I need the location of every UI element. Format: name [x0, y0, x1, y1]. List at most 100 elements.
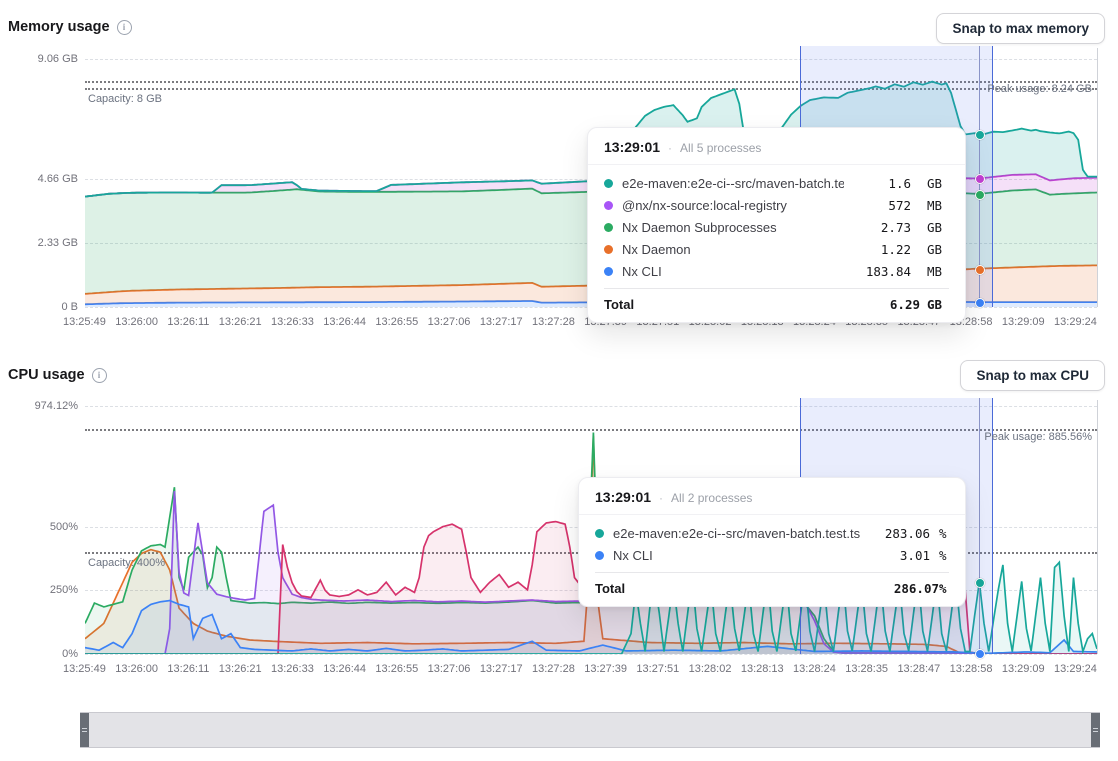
tooltip-rows: e2e-maven:e2e-ci--src/maven-batch.test.t…: [579, 515, 965, 572]
process-unit: GB: [927, 242, 949, 257]
tooltip-rows: e2e-maven:e2e-ci--src/maven-batch.test.t…: [588, 165, 965, 288]
x-tick-label: 13:28:13: [741, 663, 784, 675]
cpu-y-tick-label: 500%: [4, 521, 78, 533]
x-tick-label: 13:28:02: [689, 663, 732, 675]
process-name: Nx CLI: [613, 548, 863, 563]
tooltip-total-row: Total 286.07 %: [595, 572, 949, 606]
x-tick-label: 13:26:11: [167, 316, 209, 328]
process-unit: %: [939, 548, 949, 563]
process-value: 1.6: [853, 176, 911, 191]
tooltip-row: @nx/nx-source:local-registry 572 MB: [604, 194, 949, 216]
tooltip-row: Nx Daemon Subprocesses 2.73 GB: [604, 216, 949, 238]
brush-handle-right[interactable]: [1091, 713, 1100, 747]
cpu-x-axis: 13:25:4913:26:0013:26:1113:26:2113:26:33…: [63, 663, 1097, 675]
series-color-dot-icon: [595, 551, 604, 560]
cpu-plot-right-border: [1097, 400, 1098, 654]
tooltip-total-unit: GB: [927, 297, 949, 312]
tooltip-row: e2e-maven:e2e-ci--src/maven-batch.test.t…: [604, 172, 949, 194]
snap-to-max-memory-button[interactable]: Snap to max memory: [936, 13, 1105, 44]
process-value: 2.73: [853, 220, 911, 235]
snap-to-max-cpu-button[interactable]: Snap to max CPU: [960, 360, 1105, 391]
cpu-y-tick-label: 250%: [4, 584, 78, 596]
memory-capacity-label: Capacity: 8 GB: [88, 93, 162, 105]
cpu-hover-point: [975, 649, 985, 659]
x-tick-label: 13:29:09: [1002, 316, 1045, 328]
x-tick-label: 13:27:51: [636, 663, 679, 675]
tooltip-time: 13:29:01: [604, 139, 660, 155]
x-tick-label: 13:27:06: [428, 316, 471, 328]
memory-section-title: Memory usage i: [8, 19, 132, 35]
series-color-dot-icon: [604, 201, 613, 210]
process-unit: GB: [927, 176, 949, 191]
x-tick-label: 13:29:09: [1002, 663, 1045, 675]
series-color-dot-icon: [595, 529, 604, 538]
x-tick-label: 13:27:17: [480, 316, 523, 328]
x-tick-label: 13:28:47: [897, 663, 940, 675]
tooltip-header: 13:29:01 · All 2 processes: [579, 478, 965, 515]
memory-plot-right-border: [1097, 48, 1098, 307]
tooltip-subtitle: All 5 processes: [680, 141, 761, 155]
x-tick-label: 13:26:11: [167, 663, 209, 675]
cpu-title-text: CPU usage: [8, 367, 85, 383]
memory-y-tick-label: 9.06 GB: [4, 53, 78, 65]
x-tick-label: 13:25:49: [63, 316, 106, 328]
tooltip-total-value: 286.07: [881, 581, 939, 596]
x-tick-label: 13:26:00: [115, 316, 158, 328]
series-color-dot-icon: [604, 267, 613, 276]
process-unit: MB: [927, 264, 949, 279]
tooltip-row: Nx CLI 183.84 MB: [604, 260, 949, 282]
tooltip-separator: ·: [659, 491, 663, 505]
info-icon[interactable]: i: [92, 368, 107, 383]
tooltip-time: 13:29:01: [595, 489, 651, 505]
x-tick-label: 13:29:24: [1054, 663, 1097, 675]
memory-y-tick-label: 4.66 GB: [4, 173, 78, 185]
x-tick-label: 13:26:33: [271, 663, 314, 675]
process-name: Nx Daemon: [622, 242, 844, 257]
memory-peak-label: Peak usage: 8.24 GB: [987, 83, 1092, 95]
x-tick-label: 13:29:24: [1054, 316, 1097, 328]
process-name: Nx CLI: [622, 264, 844, 279]
tooltip-row: Nx Daemon 1.22 GB: [604, 238, 949, 260]
cpu-gridline: [85, 654, 1097, 655]
series-color-dot-icon: [604, 179, 613, 188]
process-name: e2e-maven:e2e-ci--src/maven-batch.test.t…: [622, 176, 844, 191]
process-name: @nx/nx-source:local-registry: [622, 198, 844, 213]
tooltip-separator: ·: [668, 141, 672, 155]
x-tick-label: 13:26:33: [271, 316, 314, 328]
process-unit: GB: [927, 220, 949, 235]
x-tick-label: 13:28:35: [845, 663, 888, 675]
memory-tooltip: 13:29:01 · All 5 processes e2e-maven:e2e…: [587, 127, 966, 323]
tooltip-row: e2e-maven:e2e-ci--src/maven-batch.test.t…: [595, 522, 949, 544]
x-tick-label: 13:26:44: [323, 663, 366, 675]
tooltip-total-label: Total: [604, 297, 862, 312]
tooltip-row: Nx CLI 3.01%: [595, 544, 949, 566]
process-value: 572: [853, 198, 911, 213]
series-color-dot-icon: [604, 223, 613, 232]
memory-title-text: Memory usage: [8, 19, 110, 35]
process-value: 3.01: [872, 548, 930, 563]
info-icon[interactable]: i: [117, 20, 132, 35]
process-name: Nx Daemon Subprocesses: [622, 220, 844, 235]
memory-y-tick-label: 2.33 GB: [4, 237, 78, 249]
tooltip-total-label: Total: [595, 581, 881, 596]
process-value: 183.84: [853, 264, 911, 279]
cpu-section-title: CPU usage i: [8, 367, 107, 383]
process-value: 283.06: [872, 526, 930, 541]
time-range-brush[interactable]: [80, 712, 1100, 748]
x-tick-label: 13:27:06: [428, 663, 471, 675]
brush-handle-left[interactable]: [80, 713, 89, 747]
x-tick-label: 13:28:58: [950, 663, 993, 675]
cpu-capacity-label: Capacity: 400%: [88, 557, 165, 569]
cpu-tooltip: 13:29:01 · All 2 processes e2e-maven:e2e…: [578, 477, 966, 607]
process-value: 1.22: [853, 242, 911, 257]
process-unit: %: [939, 526, 949, 541]
x-tick-label: 13:26:21: [219, 663, 262, 675]
memory-y-tick-label: 0 B: [4, 301, 78, 313]
x-tick-label: 13:27:39: [584, 663, 627, 675]
x-tick-label: 13:28:24: [793, 663, 836, 675]
x-tick-label: 13:26:00: [115, 663, 158, 675]
tooltip-subtitle: All 2 processes: [671, 491, 752, 505]
cpu-hover-line: [979, 398, 980, 654]
x-tick-label: 13:27:17: [480, 663, 523, 675]
process-unit: MB: [927, 198, 949, 213]
